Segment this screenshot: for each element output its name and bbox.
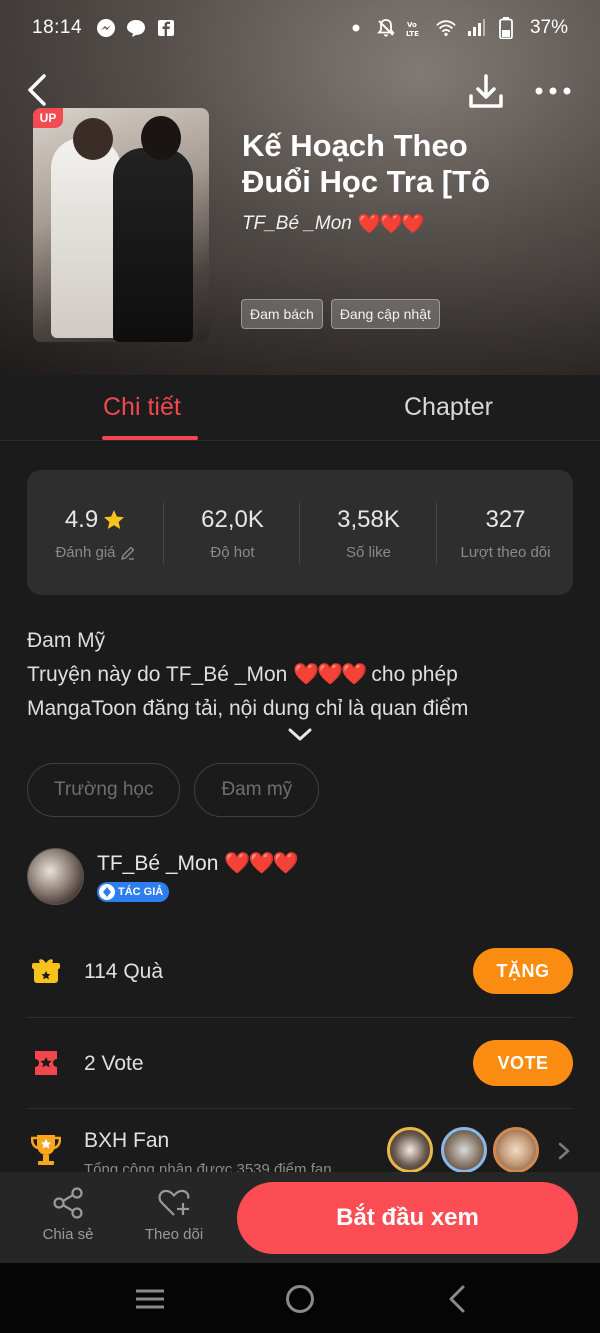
author-row[interactable]: TF_Bé _Mon ❤️❤️❤️ TÁC GIẢ — [27, 848, 573, 908]
menu-lines-icon — [136, 1289, 164, 1309]
back-arrow-icon — [28, 74, 46, 106]
hearts-emoji: ❤️❤️❤️ — [357, 214, 425, 235]
book-cover[interactable] — [33, 108, 209, 342]
mute-icon — [376, 18, 396, 38]
share-icon — [53, 1187, 83, 1219]
svg-text:Vo: Vo — [407, 21, 417, 29]
gift-button[interactable]: TẶNG — [473, 948, 573, 994]
book-title: Kế Hoạch Theo Đuổi Học Tra [Tô — [242, 128, 490, 199]
start-reading-button[interactable]: Bắt đầu xem — [237, 1182, 578, 1254]
book-author[interactable]: TF_Bé _Mon ❤️❤️❤️ — [242, 212, 425, 236]
gift-row: 114 Quà TẶNG — [27, 926, 573, 1016]
fan-avatar-3[interactable] — [493, 1127, 539, 1172]
signal-icon — [466, 18, 486, 38]
active-tab-indicator — [102, 436, 198, 440]
volte-icon: Vo LTE — [406, 18, 426, 38]
trophy-icon — [30, 1133, 62, 1165]
vote-count: 2 Vote — [84, 1052, 144, 1075]
gift-count: 114 Quà — [84, 960, 164, 983]
home-button[interactable] — [284, 1283, 316, 1315]
expand-description-button[interactable] — [286, 724, 314, 744]
fan-ranking-subtitle: Tổng cộng nhận được 3539 điểm fan — [84, 1161, 332, 1172]
chevron-down-icon — [288, 728, 312, 741]
vote-row: 2 Vote VOTE — [27, 1017, 573, 1107]
share-button[interactable]: Chia sẻ — [28, 1186, 108, 1243]
tab-bar: Chi tiết Chapter — [0, 375, 600, 441]
messenger-icon — [96, 18, 116, 38]
stat-rating[interactable]: 4.9 Đánh giá — [27, 506, 164, 561]
bottom-action-bar: Chia sẻ Theo dõi Bắt đầu xem — [0, 1172, 600, 1263]
stat-likes: 3,58K Số like — [337, 506, 400, 561]
tab-detail[interactable]: Chi tiết — [103, 393, 181, 422]
star-icon — [104, 510, 125, 529]
chat-bubble-icon — [126, 18, 146, 38]
heart-plus-icon — [158, 1189, 190, 1216]
vote-ticket-icon — [31, 1048, 61, 1078]
topic-tag-bl[interactable]: Đam mỹ — [194, 763, 320, 817]
more-dots-icon — [535, 87, 571, 95]
battery-icon — [496, 17, 516, 39]
system-back-button[interactable] — [442, 1283, 474, 1315]
author-badge: TÁC GIẢ — [97, 882, 170, 902]
pen-nib-icon — [99, 884, 115, 900]
gift-icon — [31, 956, 61, 986]
more-options-button[interactable] — [533, 74, 573, 108]
vote-button[interactable]: VOTE — [473, 1040, 573, 1086]
home-circle-icon — [286, 1285, 314, 1313]
edit-pencil-icon — [120, 546, 134, 560]
system-navigation-bar — [0, 1263, 600, 1333]
download-icon — [469, 74, 503, 108]
fan-ranking-title: BXH Fan — [84, 1129, 170, 1152]
stats-card: 4.9 Đánh giá 62,0K Độ hot 3,58K Số like … — [27, 470, 573, 595]
back-chevron-icon — [449, 1285, 465, 1313]
author-name: TF_Bé _Mon ❤️❤️❤️ — [97, 852, 299, 875]
stat-hot: 62,0K Độ hot — [201, 506, 264, 561]
topic-tags: Trường học Đam mỹ — [27, 763, 320, 817]
notification-dot-icon — [346, 18, 366, 38]
topic-tag-school[interactable]: Trường học — [27, 763, 181, 817]
update-badge: UP — [33, 108, 63, 128]
stat-follows: 327 Lượt theo dõi — [460, 506, 551, 561]
author-avatar[interactable] — [27, 848, 84, 905]
fan-avatar-1[interactable] — [387, 1127, 433, 1172]
recent-apps-button[interactable] — [134, 1283, 166, 1315]
description[interactable]: Đam Mỹ Truyện này do TF_Bé _Mon ❤️❤️❤️ c… — [27, 624, 573, 726]
battery-percent: 37% — [529, 17, 568, 38]
tab-chapter[interactable]: Chapter — [404, 393, 493, 422]
fan-avatar-2[interactable] — [441, 1127, 487, 1172]
genre-tag[interactable]: Đam bách — [241, 299, 323, 329]
status-tag: Đang cập nhật — [330, 299, 440, 329]
back-button[interactable] — [22, 70, 56, 110]
status-bar: 18:14 Vo LTE 37% — [0, 0, 600, 56]
facebook-icon — [156, 18, 176, 38]
svg-text:LTE: LTE — [406, 30, 419, 38]
follow-button[interactable]: Theo dõi — [134, 1186, 214, 1243]
download-button[interactable] — [466, 72, 506, 112]
chevron-right-icon — [557, 1141, 571, 1161]
top-action-bar — [0, 68, 600, 114]
fan-ranking-row[interactable]: BXH Fan Tổng cộng nhận được 3539 điểm fa… — [27, 1108, 573, 1172]
status-time: 18:14 — [32, 17, 83, 38]
wifi-icon — [436, 18, 456, 38]
genre-tags: Đam bách Đang cập nhật — [241, 299, 440, 329]
